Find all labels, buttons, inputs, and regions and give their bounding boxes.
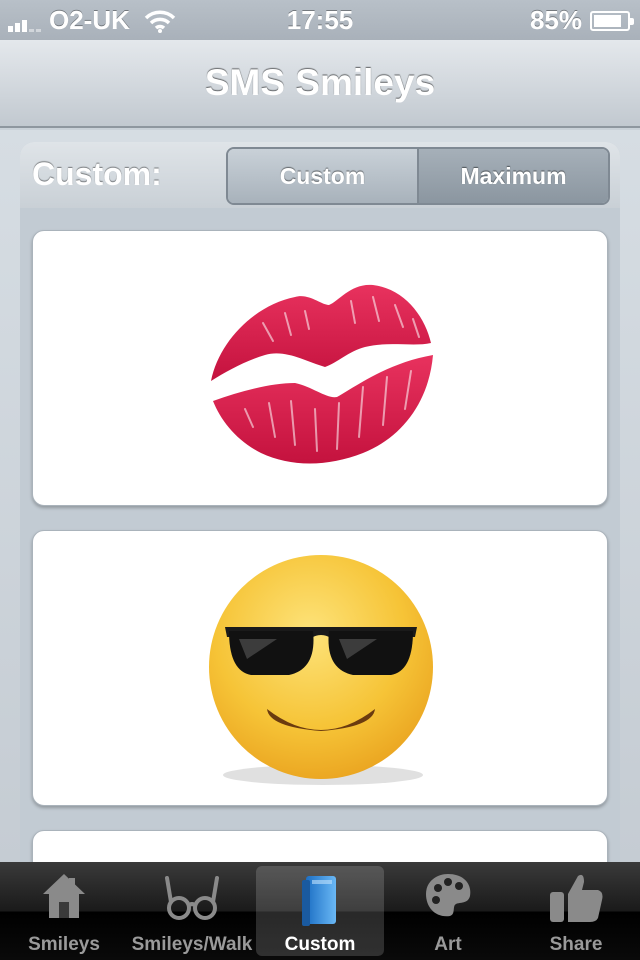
tab-share[interactable]: Share: [512, 862, 640, 960]
panel-header: Custom: Custom Maximum: [20, 142, 620, 208]
tab-art[interactable]: Art: [384, 862, 512, 960]
sunglasses-smiley-icon: [209, 555, 433, 785]
smiley-card-partial[interactable]: [32, 830, 608, 862]
battery-percent: 85%: [529, 5, 582, 35]
home-icon: [0, 870, 128, 926]
status-bar: O2-UK 17:55 85%: [0, 0, 640, 40]
kiss-mark-icon: [211, 284, 433, 464]
tab-label-smileys: Smileys: [28, 934, 100, 955]
palette-icon: [384, 870, 512, 926]
status-right: 85%: [529, 5, 634, 36]
custom-label: Custom:: [32, 156, 162, 192]
page-title: SMS Smileys: [204, 62, 436, 103]
custom-panel: Custom: Custom Maximum: [20, 142, 620, 862]
segmented-control: Custom Maximum: [226, 147, 610, 205]
tab-custom[interactable]: Custom: [256, 866, 384, 956]
tab-label-smileys-walk: Smileys/Walk: [131, 934, 253, 955]
segment-maximum[interactable]: Maximum: [419, 149, 608, 203]
thumbs-up-icon: [512, 870, 640, 926]
tab-smileys-walk[interactable]: Smileys/Walk: [128, 862, 256, 960]
tab-smileys[interactable]: Smileys: [0, 862, 128, 960]
segment-custom[interactable]: Custom: [228, 149, 419, 203]
battery-fill: [594, 14, 621, 27]
smiley-card-sunglasses[interactable]: [32, 530, 608, 806]
book-icon: [256, 874, 384, 930]
smiley-card-kiss[interactable]: [32, 230, 608, 506]
glasses-icon: [128, 870, 256, 926]
tab-label-share: Share: [549, 934, 603, 955]
tab-bar: Smileys Smileys/Walk Custom Art Share: [0, 862, 640, 960]
navigation-bar: SMS Smileys: [0, 40, 640, 128]
tab-label-art: Art: [434, 934, 462, 955]
tab-label-custom: Custom: [284, 934, 356, 955]
battery-icon: [590, 10, 634, 31]
